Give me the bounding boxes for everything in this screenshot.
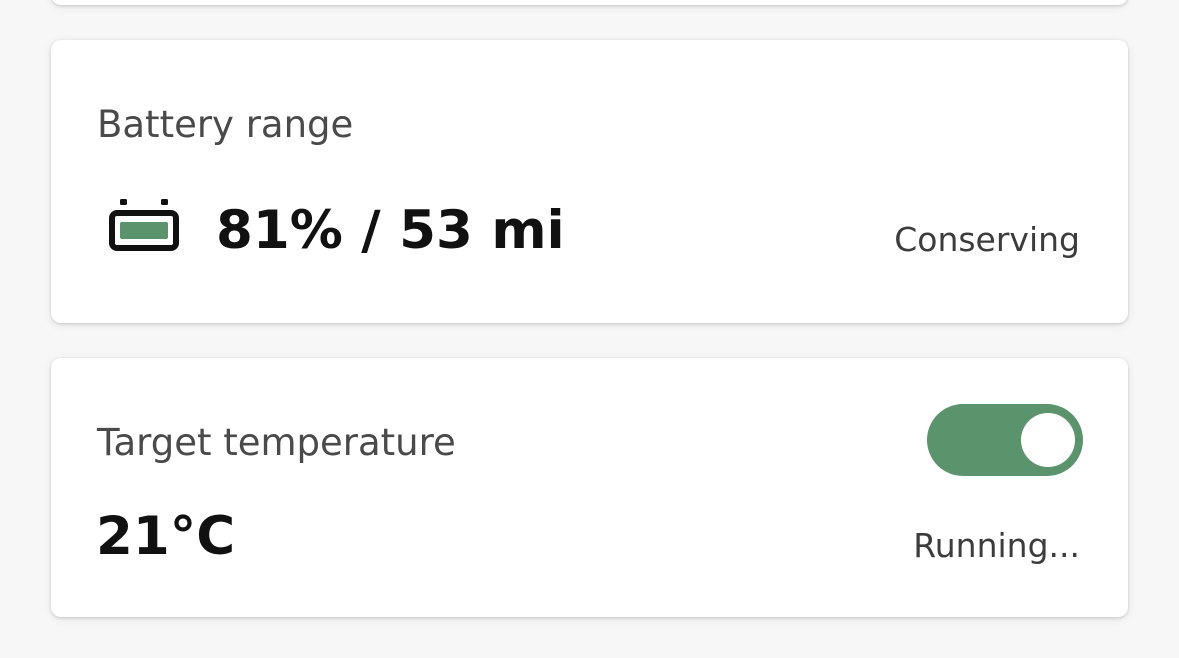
battery-status: Conserving [894, 220, 1080, 259]
climate-toggle[interactable] [927, 404, 1083, 476]
battery-range-value: 81% / 53 mi [216, 200, 565, 261]
target-temperature-title: Target temperature [97, 421, 456, 464]
target-temperature-card[interactable]: Target temperature 21°C Running... [51, 358, 1128, 617]
battery-icon [109, 199, 179, 251]
toggle-knob [1021, 413, 1075, 467]
battery-range-title: Battery range [97, 103, 354, 146]
battery-range-card[interactable]: Battery range 81% / 53 mi Conserving [51, 40, 1128, 323]
previous-card [51, 0, 1128, 5]
target-temperature-value: 21°C [96, 506, 236, 567]
climate-status: Running... [913, 526, 1080, 565]
